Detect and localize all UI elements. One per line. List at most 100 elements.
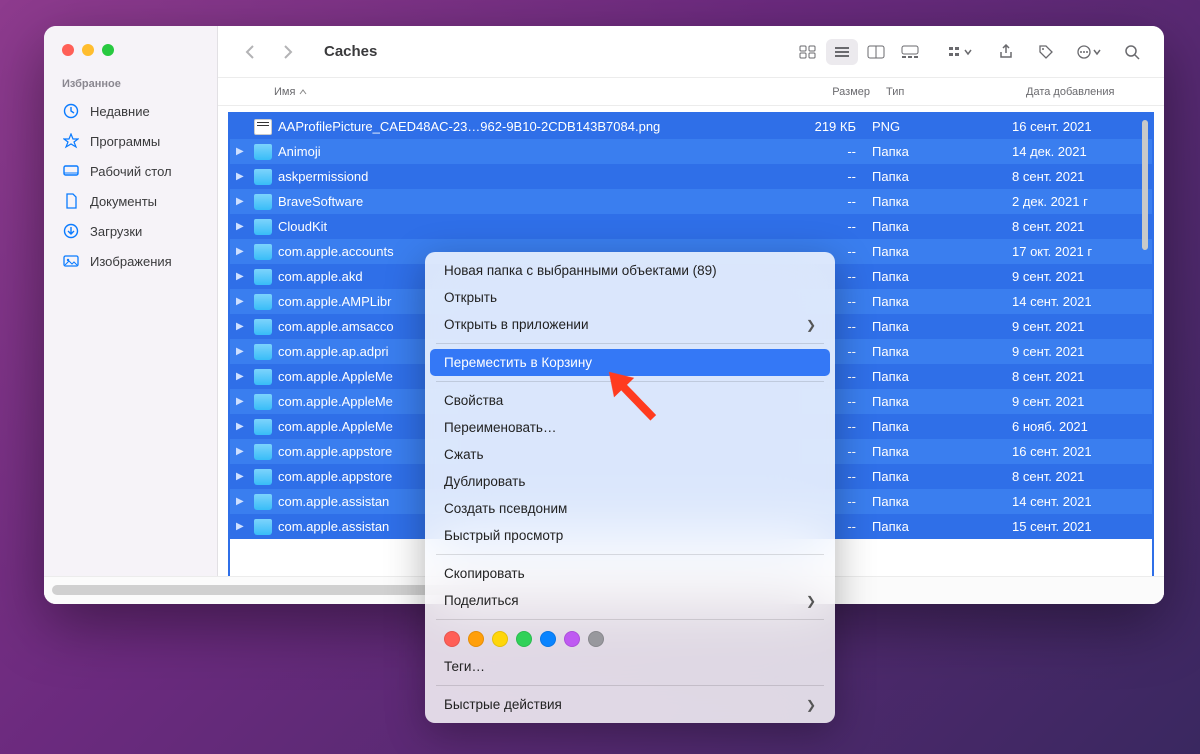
menu-item[interactable]: Новая папка с выбранными объектами (89) [430, 257, 830, 284]
sidebar-item-doc[interactable]: Документы [44, 186, 217, 216]
clock-icon [62, 102, 80, 120]
menu-item[interactable]: Быстрый просмотр [430, 522, 830, 549]
menu-item[interactable]: Открыть [430, 284, 830, 311]
tag-color[interactable] [492, 631, 508, 647]
folder-icon [254, 469, 272, 485]
menu-item[interactable]: Поделиться❯ [430, 587, 830, 614]
view-list[interactable] [826, 39, 858, 65]
folder-icon [254, 244, 272, 260]
menu-item[interactable]: Создать псевдоним [430, 495, 830, 522]
chevron-right-icon: ▶ [236, 421, 248, 432]
menu-item[interactable]: Сжать [430, 441, 830, 468]
file-row[interactable]: AAProfilePicture_CAED48AC-23…962-9B10-2C… [230, 114, 1152, 139]
sidebar-item-label: Программы [90, 134, 160, 149]
back-button[interactable] [234, 39, 266, 65]
close-button[interactable] [62, 44, 74, 56]
apps-icon [62, 132, 80, 150]
search-button[interactable] [1116, 39, 1148, 65]
file-type: Папка [872, 494, 1012, 509]
chevron-right-icon: ▶ [236, 446, 248, 457]
file-name: Animoji [278, 144, 321, 159]
menu-item-label: Открыть [444, 290, 497, 305]
file-type: Папка [872, 469, 1012, 484]
view-icons[interactable] [792, 39, 824, 65]
file-size: -- [762, 169, 872, 184]
tag-color[interactable] [540, 631, 556, 647]
file-date: 15 сент. 2021 [1012, 519, 1152, 534]
chevron-right-icon: ▶ [236, 171, 248, 182]
tag-colors-row [430, 625, 830, 653]
sidebar-item-image[interactable]: Изображения [44, 246, 217, 276]
sidebar-item-desktop[interactable]: Рабочий стол [44, 156, 217, 186]
file-size: 219 КБ [762, 119, 872, 134]
menu-item-label: Теги… [444, 659, 485, 674]
menu-item[interactable]: Теги… [430, 653, 830, 680]
menu-item-label: Быстрый просмотр [444, 528, 563, 543]
tag-color[interactable] [564, 631, 580, 647]
file-type: Папка [872, 344, 1012, 359]
file-row[interactable]: ▶askpermissiond -- Папка 8 сент. 2021 [230, 164, 1152, 189]
folder-icon [254, 344, 272, 360]
menu-item[interactable]: Переименовать… [430, 414, 830, 441]
column-headers: Имя Размер Тип Дата добавления [218, 78, 1164, 106]
menu-separator [436, 685, 824, 686]
share-button[interactable] [990, 39, 1022, 65]
col-date[interactable]: Дата добавления [1018, 86, 1164, 98]
sort-asc-icon [299, 88, 307, 96]
file-name: com.apple.akd [278, 269, 363, 284]
menu-item[interactable]: Переместить в Корзину [430, 349, 830, 376]
col-name[interactable]: Имя [218, 86, 768, 98]
file-row[interactable]: ▶Animoji -- Папка 14 дек. 2021 [230, 139, 1152, 164]
file-name: com.apple.appstore [278, 469, 392, 484]
menu-item-label: Создать псевдоним [444, 501, 567, 516]
chevron-right-icon: ▶ [236, 146, 248, 157]
menu-item[interactable]: Дублировать [430, 468, 830, 495]
sidebar-item-apps[interactable]: Программы [44, 126, 217, 156]
menu-item[interactable]: Скопировать [430, 560, 830, 587]
chevron-right-icon: ▶ [236, 221, 248, 232]
tag-color[interactable] [588, 631, 604, 647]
file-row[interactable]: ▶CloudKit -- Папка 8 сент. 2021 [230, 214, 1152, 239]
sidebar-item-clock[interactable]: Недавние [44, 96, 217, 126]
file-name: com.apple.assistan [278, 519, 389, 534]
fullscreen-button[interactable] [102, 44, 114, 56]
forward-button[interactable] [272, 39, 304, 65]
file-date: 6 нояб. 2021 [1012, 419, 1152, 434]
file-name: com.apple.appstore [278, 444, 392, 459]
desktop-icon [62, 162, 80, 180]
tag-color[interactable] [468, 631, 484, 647]
file-type: Папка [872, 194, 1012, 209]
sidebar: Избранное НедавниеПрограммыРабочий столД… [44, 26, 218, 604]
tag-color[interactable] [444, 631, 460, 647]
tag-color[interactable] [516, 631, 532, 647]
tags-button[interactable] [1030, 39, 1062, 65]
vertical-scrollbar[interactable] [1140, 114, 1150, 592]
file-type: Папка [872, 519, 1012, 534]
file-name: CloudKit [278, 219, 327, 234]
file-row[interactable]: ▶BraveSoftware -- Папка 2 дек. 2021 г [230, 189, 1152, 214]
file-type: Папка [872, 294, 1012, 309]
sidebar-item-label: Изображения [90, 254, 172, 269]
menu-item[interactable]: Открыть в приложении❯ [430, 311, 830, 338]
view-columns[interactable] [860, 39, 892, 65]
col-size[interactable]: Размер [768, 86, 878, 98]
chevron-right-icon: ▶ [236, 196, 248, 207]
menu-item[interactable]: Быстрые действия❯ [430, 691, 830, 718]
image-icon [62, 252, 80, 270]
view-gallery[interactable] [894, 39, 926, 65]
folder-icon [254, 294, 272, 310]
group-menu[interactable] [940, 39, 982, 65]
sidebar-item-download[interactable]: Загрузки [44, 216, 217, 246]
file-name: com.apple.AppleMe [278, 369, 393, 384]
minimize-button[interactable] [82, 44, 94, 56]
action-menu[interactable] [1070, 39, 1108, 65]
file-date: 14 дек. 2021 [1012, 144, 1152, 159]
folder-icon [254, 144, 272, 160]
folder-icon [254, 519, 272, 535]
traffic-lights [44, 40, 217, 78]
file-name: com.apple.amsacco [278, 319, 394, 334]
col-type[interactable]: Тип [878, 86, 1018, 98]
menu-separator [436, 619, 824, 620]
chevron-right-icon: ▶ [236, 371, 248, 382]
file-name: AAProfilePicture_CAED48AC-23…962-9B10-2C… [278, 119, 660, 134]
